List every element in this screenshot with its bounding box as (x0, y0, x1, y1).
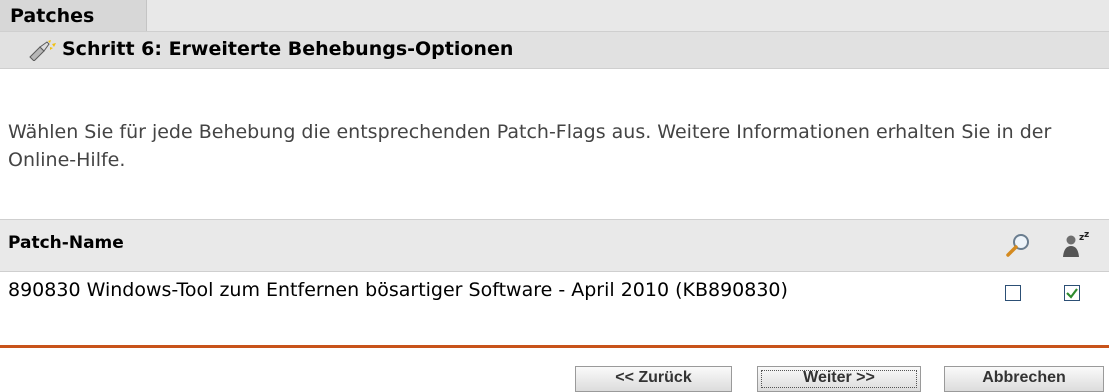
title-bar: Patches (0, 0, 1109, 32)
sleep-icon: z z (1060, 230, 1090, 260)
divider (0, 345, 1109, 348)
column-header-patch-name[interactable]: Patch-Name (8, 233, 124, 253)
focus-ring (761, 370, 917, 388)
cancel-button[interactable]: Abbrechen (944, 366, 1104, 392)
checkmark-icon (1066, 288, 1078, 299)
svg-text:z: z (1084, 230, 1089, 240)
instructions-text: Wählen Sie für jede Behebung die entspre… (8, 121, 1052, 171)
tab-label: Patches (10, 5, 95, 27)
patch-name-cell: 890830 Windows-Tool zum Entfernen bösart… (8, 279, 788, 301)
patches-tab[interactable]: Patches (0, 0, 147, 31)
search-icon (1005, 232, 1031, 258)
flag2-checkbox[interactable] (1064, 285, 1080, 301)
table-row: 890830 Windows-Tool zum Entfernen bösart… (0, 272, 1109, 312)
next-button[interactable]: Weiter >> (757, 366, 921, 392)
step-title: Schritt 6: Erweiterte Behebungs-Optionen (62, 38, 514, 60)
flag1-checkbox[interactable] (1005, 285, 1021, 301)
patch-icon (27, 39, 57, 62)
back-button[interactable]: << Zurück (575, 366, 732, 392)
step-header: Schritt 6: Erweiterte Behebungs-Optionen (0, 32, 1109, 69)
table-header: Patch-Name z z (0, 219, 1109, 272)
